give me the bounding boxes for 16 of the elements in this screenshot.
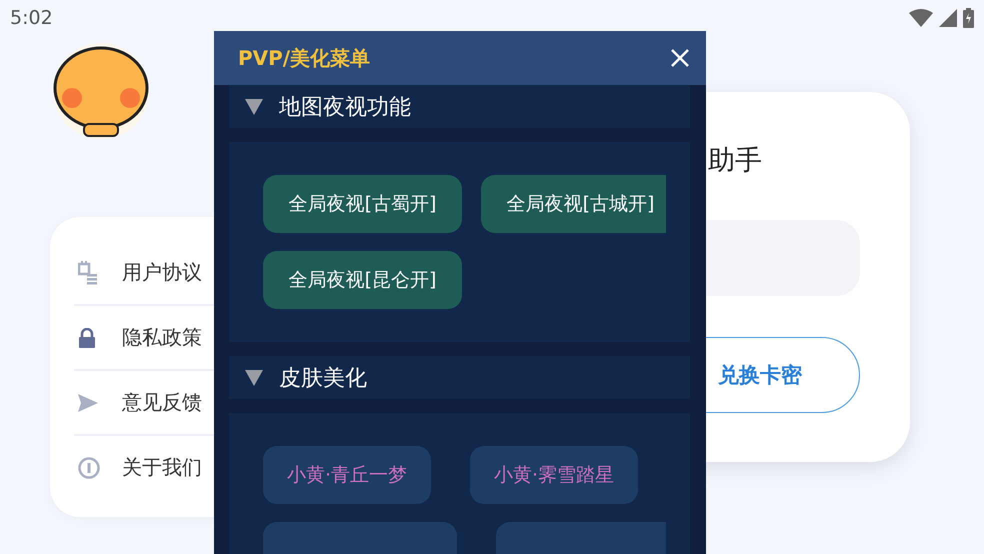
feature-button[interactable]: 全局夜视[昆仑开] (263, 251, 462, 309)
section-title: 皮肤美化 (279, 364, 367, 392)
section-header[interactable]: 地图夜视功能 (229, 85, 690, 128)
menu-item[interactable]: 关于我们 (122, 454, 202, 481)
section-title: 地图夜视功能 (279, 94, 411, 122)
menu-item[interactable]: 隐私政策 (122, 324, 202, 351)
feature-button[interactable]: 全局夜视[古城开] (481, 175, 666, 233)
skin-button[interactable]: 小黄·霁雪踏星 (470, 446, 638, 504)
skin-button[interactable]: 小黄·青丘一梦 (263, 446, 432, 504)
feature-button[interactable]: 全局夜视[古蜀开] (263, 175, 462, 233)
menu-item[interactable]: 意见反馈 (122, 389, 202, 416)
card-title: 助手 (708, 144, 763, 178)
panel-title: PVP/美化菜单 (238, 44, 370, 72)
section-header[interactable]: 皮肤美化 (229, 356, 690, 399)
clock: 5:02 (10, 7, 53, 29)
menu-item[interactable]: 用户协议 (122, 259, 202, 286)
